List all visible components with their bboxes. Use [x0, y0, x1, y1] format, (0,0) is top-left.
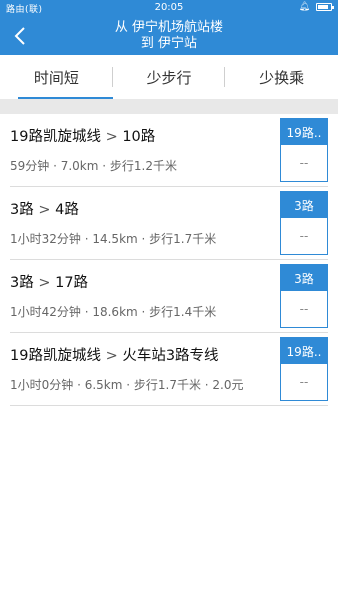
bell-icon: 🔔︎: [298, 2, 310, 12]
route-segments: 3路 > 4路: [10, 198, 79, 219]
realtime-bus-badge[interactable]: 3路 --: [280, 264, 328, 328]
route-segments: 19路凯旋城线 > 火车站3路专线: [10, 344, 219, 365]
back-button[interactable]: [8, 22, 32, 50]
realtime-bus-badge[interactable]: 3路 --: [280, 191, 328, 255]
route-item[interactable]: 19路凯旋城线 > 火车站3路专线 1小时0分钟 · 6.5km · 步行1.7…: [10, 333, 328, 406]
nav-title-to: 到 伊宁站: [140, 36, 198, 51]
route-item[interactable]: 19路凯旋城线 > 10路 59分钟 · 7.0km · 步行1.2千米 19路…: [10, 114, 328, 187]
route-segment: 3路: [10, 202, 34, 218]
route-meta: 59分钟 · 7.0km · 步行1.2千米: [10, 159, 177, 173]
tab-label: 少步行: [146, 68, 192, 87]
badge-eta: --: [299, 375, 309, 389]
nav-title-from: 从 伊宁机场航站楼: [114, 20, 224, 35]
tab-less-walking[interactable]: 少步行: [113, 55, 226, 99]
route-segment: 4路: [55, 202, 79, 218]
status-bar: 路由(联) 20:05 🔔︎: [0, 0, 338, 16]
realtime-bus-badge[interactable]: 19路.. --: [280, 337, 328, 401]
tab-label: 时间短: [33, 68, 79, 87]
badge-eta: --: [299, 156, 309, 170]
route-filter-tabs: 时间短 少步行 少换乘: [0, 55, 338, 99]
battery-icon: [316, 3, 334, 11]
section-divider: [0, 99, 338, 114]
realtime-bus-badge[interactable]: 19路.. --: [280, 118, 328, 182]
route-segment: 3路: [10, 275, 34, 291]
chevron-left-icon: [14, 27, 25, 45]
badge-line: 19路..: [281, 338, 327, 364]
transfer-arrow-icon: >: [38, 275, 56, 291]
status-icons: 🔔︎: [298, 2, 334, 12]
route-meta: 1小时0分钟 · 6.5km · 步行1.7千米 · 2.0元: [10, 378, 244, 392]
transfer-arrow-icon: >: [38, 202, 56, 218]
tab-label: 少换乘: [259, 68, 305, 87]
app-header: 路由(联) 20:05 🔔︎ 从 伊宁机场航站楼 到 伊宁站: [0, 0, 338, 55]
route-meta: 1小时32分钟 · 14.5km · 步行1.7千米: [10, 232, 217, 246]
badge-line: 19路..: [281, 119, 327, 145]
route-list: 19路凯旋城线 > 10路 59分钟 · 7.0km · 步行1.2千米 19路…: [0, 114, 338, 406]
transfer-arrow-icon: >: [105, 348, 123, 364]
status-time: 20:05: [154, 2, 184, 13]
route-segments: 3路 > 17路: [10, 271, 88, 292]
route-segment: 17路: [55, 275, 89, 291]
route-segment: 19路凯旋城线: [10, 129, 101, 145]
route-segment: 10路: [122, 129, 156, 145]
route-segment: 19路凯旋城线: [10, 348, 101, 364]
route-segments: 19路凯旋城线 > 10路: [10, 125, 155, 146]
badge-line: 3路: [281, 192, 327, 218]
route-segment: 火车站3路专线: [122, 348, 219, 364]
route-item[interactable]: 3路 > 4路 1小时32分钟 · 14.5km · 步行1.7千米 3路 --: [10, 187, 328, 260]
badge-line: 3路: [281, 265, 327, 291]
badge-eta: --: [299, 302, 309, 316]
transfer-arrow-icon: >: [105, 129, 123, 145]
tab-shortest-time[interactable]: 时间短: [0, 55, 113, 99]
route-meta: 1小时42分钟 · 18.6km · 步行1.4千米: [10, 305, 217, 319]
badge-eta: --: [299, 229, 309, 243]
route-item[interactable]: 3路 > 17路 1小时42分钟 · 18.6km · 步行1.4千米 3路 -…: [10, 260, 328, 333]
nav-title: 从 伊宁机场航站楼 到 伊宁站: [40, 20, 298, 52]
tab-fewer-transfers[interactable]: 少换乘: [225, 55, 338, 99]
